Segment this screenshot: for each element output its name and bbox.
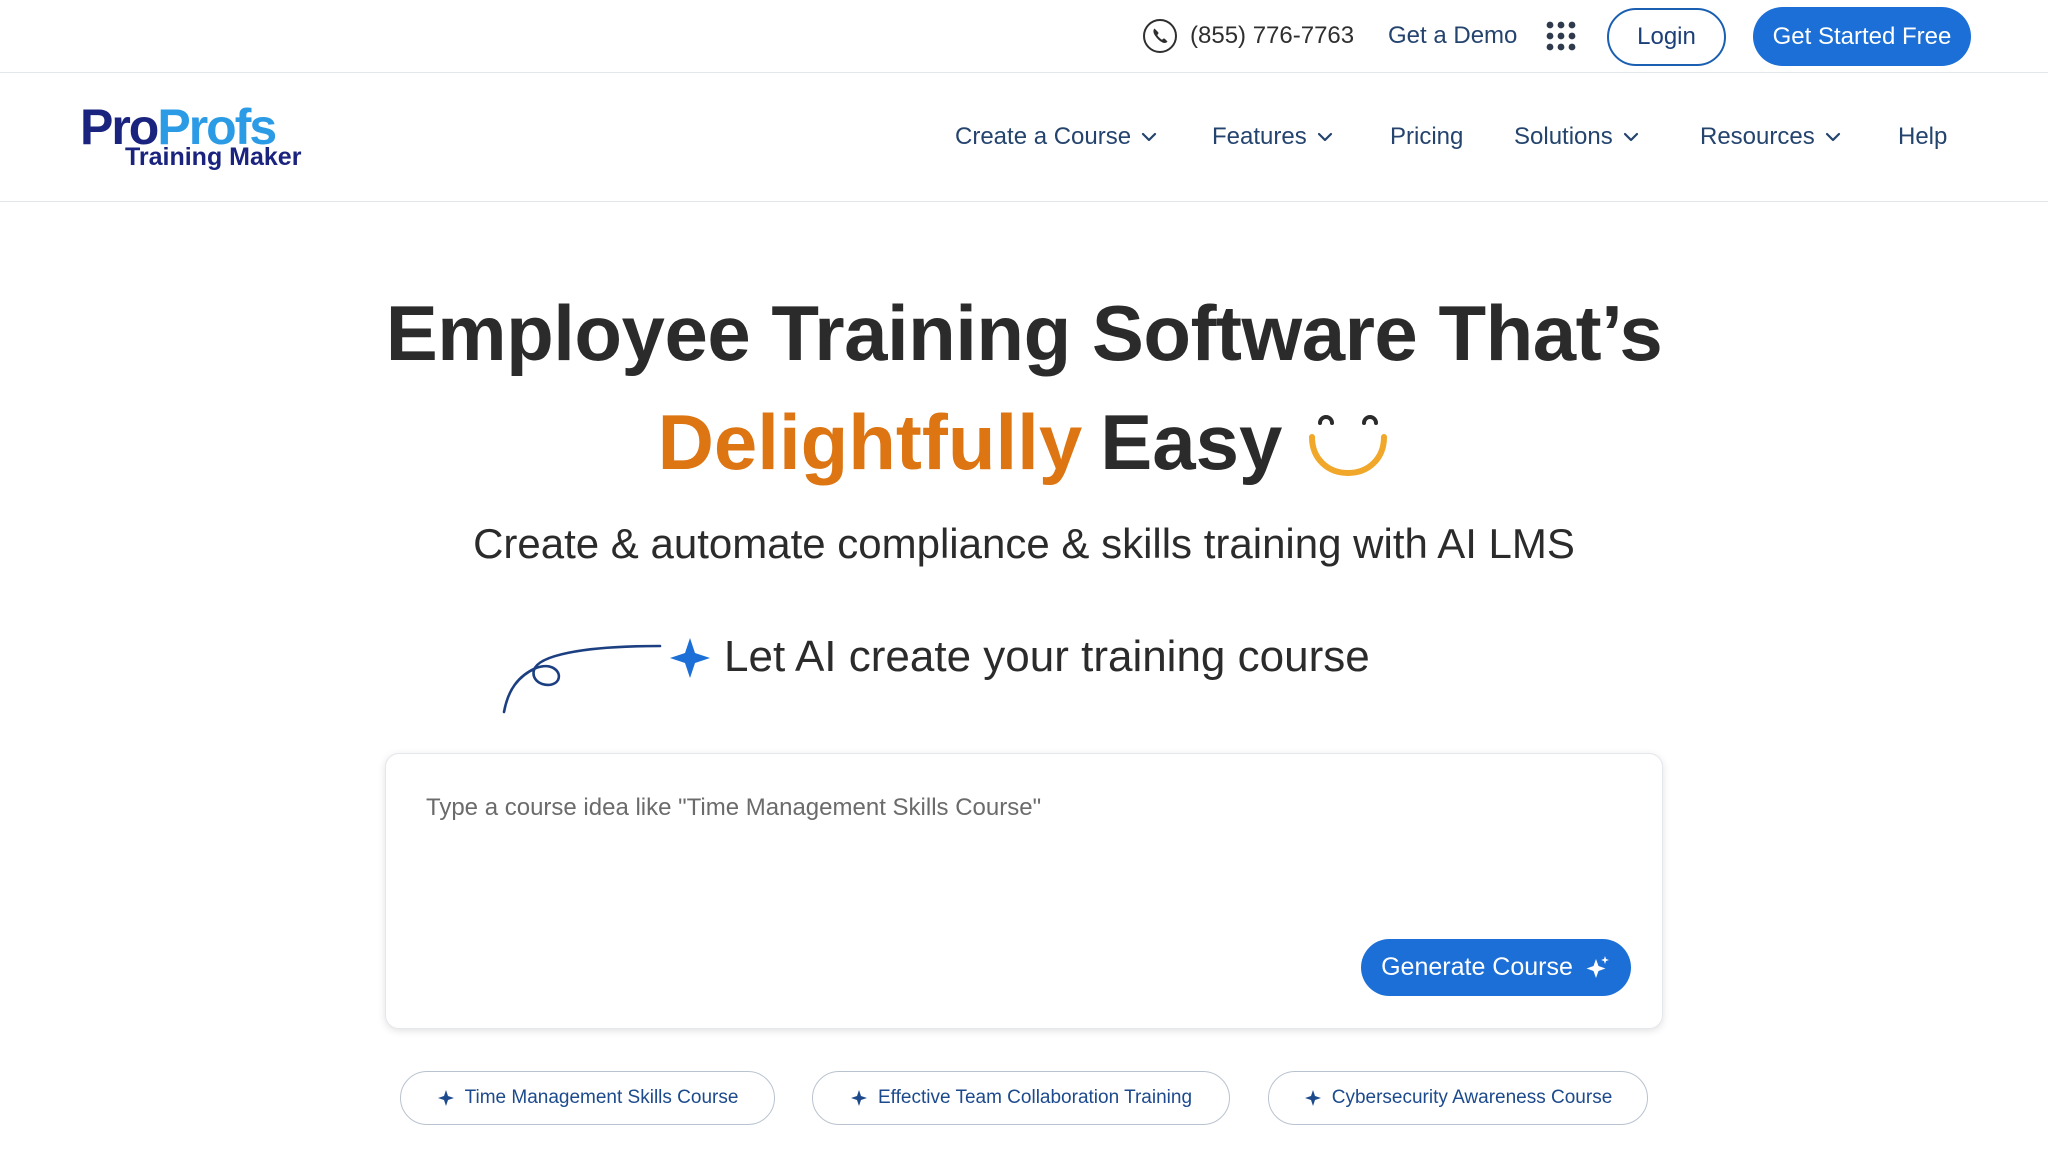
smiley-icon [1309,415,1388,477]
suggestion-chip-label: Effective Team Collaboration Training [877,1087,1193,1108]
hero-title-line-1: Employee Training Software That’s [385,289,1663,377]
main-navbar: ProProfs Training Maker Create a Course … [0,73,2048,202]
chevron-down-icon [1317,132,1332,142]
nav-item-label: Resources [1700,123,1815,150]
sparkle-icon [1586,955,1609,978]
nav-item-label: Create a Course [955,123,1132,150]
chevron-down-icon [1825,132,1840,142]
phone-icon [1143,19,1177,53]
ai-prompt-row: Let AI create your training course [500,620,1500,720]
sparkle-icon [1304,1090,1321,1106]
chevron-down-icon [1623,132,1638,142]
get-started-free-button[interactable]: Get Started Free [1753,7,1971,66]
primary-nav: Create a Course Features Pricing Solutio… [0,117,2048,157]
login-button[interactable]: Login [1607,8,1726,66]
course-idea-input[interactable] [426,794,1606,924]
suggestion-chip[interactable]: Effective Team Collaboration Training [812,1071,1230,1125]
course-idea-card: Generate Course [385,753,1663,1029]
generate-course-label: Generate Course [1381,953,1573,981]
sparkle-icon [437,1090,454,1106]
hero-title-rest: Easy [1100,398,1283,486]
nav-item-label: Features [1212,123,1307,150]
generate-course-button[interactable]: Generate Course [1361,939,1631,996]
hero-title-line-2: Delightfully Easy [0,392,2048,492]
grid-dots-icon[interactable] [1545,20,1577,52]
phone-link[interactable]: (855) 776-7763 [1142,18,1354,54]
top-utility-bar: (855) 776-7763 Get a Demo Login Get Star… [0,0,2048,73]
suggestion-chip[interactable]: Cybersecurity Awareness Course [1268,1071,1648,1125]
nav-item-label: Help [1898,123,1948,150]
sparkle-icon [850,1090,867,1106]
ai-prompt-label: Let AI create your training course [724,632,1370,681]
hero-subheading: Create & automate compliance & skills tr… [473,520,1575,567]
nav-item-pricing[interactable]: Pricing [1390,117,1463,157]
nav-item-resources[interactable]: Resources [1700,117,1841,157]
get-demo-link[interactable]: Get a Demo [1388,22,1517,50]
nav-item-label: Solutions [1514,123,1613,150]
suggestion-chip-label: Cybersecurity Awareness Course [1331,1087,1613,1108]
nav-item-create-a-course[interactable]: Create a Course [955,117,1157,157]
nav-item-features[interactable]: Features [1212,117,1333,157]
chevron-down-icon [1141,132,1157,142]
hero-accent-word: Delightfully [657,398,1083,486]
phone-number: (855) 776-7763 [1190,22,1355,49]
nav-item-help[interactable]: Help [1898,117,1947,157]
suggestion-chip[interactable]: Time Management Skills Course [400,1071,775,1125]
suggestion-chip-label: Time Management Skills Course [464,1087,739,1108]
nav-item-label: Pricing [1390,123,1464,150]
nav-item-solutions[interactable]: Solutions [1514,117,1639,157]
sparkle-icon [502,638,710,714]
